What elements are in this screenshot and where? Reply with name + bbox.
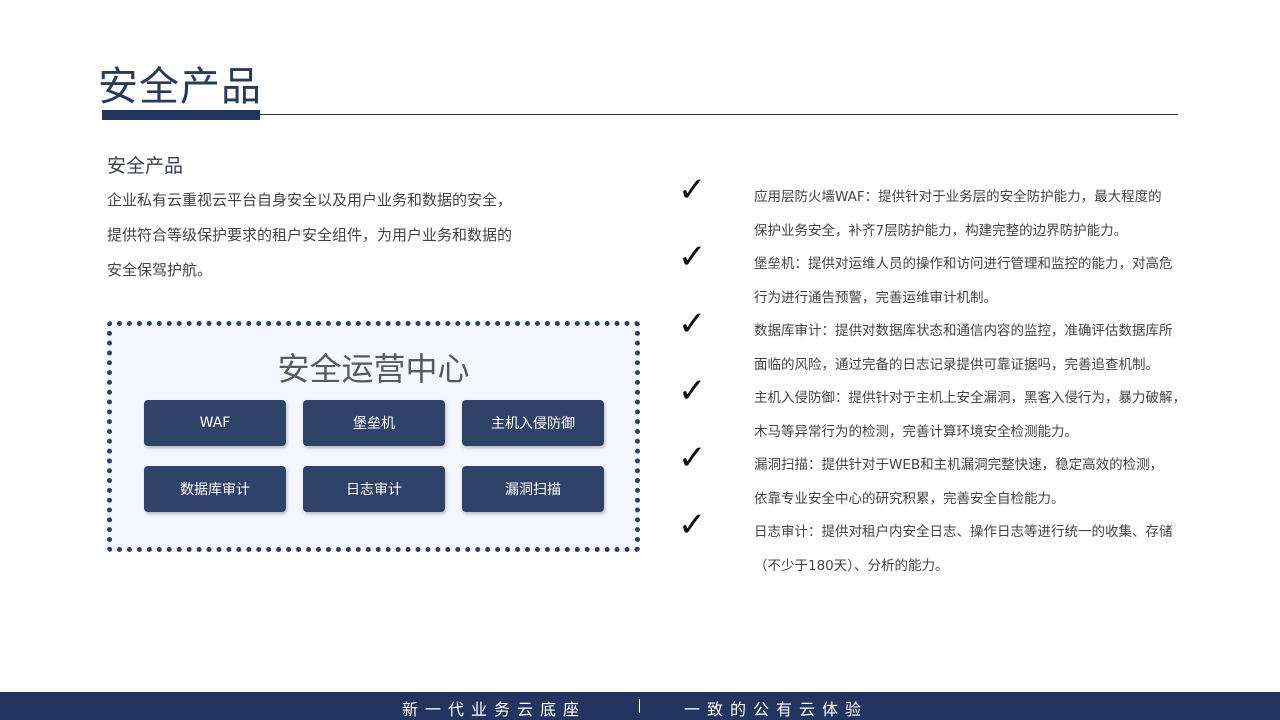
feature-line: 堡垒机：提供对运维人员的操作和访问进行管理和监控的能力，对高危 [754,256,1173,272]
list-item: ✓ 应用层防火墙WAF：提供针对于业务层的安全防护能力，最大程度的 保护业务安全… [676,172,1206,239]
footer-divider [639,699,640,713]
checkmark-icon: ✓ [678,237,707,277]
feature-line: 日志审计：提供对租户内安全日志、操作日志等进行统一的收集、存储 [754,524,1173,540]
feature-line: 数据库审计：提供对数据库状态和通信内容的监控，准确评估数据库所 [754,323,1173,339]
footer-slogan-right: 一致的公有云体验 [684,700,869,719]
intro-heading: 安全产品 [107,155,184,177]
checkmark-icon: ✓ [678,371,707,411]
bastion-host-button[interactable]: 堡垒机 [303,400,445,446]
title-divider [260,114,1178,115]
ops-center-title: 安全运营中心 [277,350,470,388]
checkmark-icon: ✓ [678,304,707,344]
host-intrusion-prevention-button[interactable]: 主机入侵防御 [462,400,604,446]
log-audit-button[interactable]: 日志审计 [303,466,445,512]
intro-paragraph: 企业私有云重视云平台自身安全以及用户业务和数据的安全， 提供符合等级保护要求的租… [107,186,557,291]
intro-line: 提供符合等级保护要求的租户安全组件，为用户业务和数据的 [107,226,513,244]
footer-slogan-left: 新一代业务云底座 [402,700,587,719]
page-title: 安全产品 [98,64,262,110]
checkmark-icon: ✓ [678,438,707,478]
database-audit-button[interactable]: 数据库审计 [144,466,286,512]
footer-bar: 新一代业务云底座 一致的公有云体验 [0,692,1280,720]
feature-line: 应用层防火墙WAF：提供针对于业务层的安全防护能力，最大程度的 [754,189,1162,205]
waf-button[interactable]: WAF [144,400,286,446]
checkmark-icon: ✓ [678,170,707,210]
list-item: ✓ 漏洞扫描：提供针对于WEB和主机漏洞完整快速，稳定高效的检测， 依靠专业安全… [676,440,1206,507]
feature-line: 主机入侵防御：提供针对于主机上安全漏洞，黑客入侵行为，暴力破解， [754,390,1186,406]
security-ops-center-panel: 安全运营中心 WAF 堡垒机 主机入侵防御 数据库审计 日志审计 漏洞扫描 [107,321,640,552]
intro-line: 企业私有云重视云平台自身安全以及用户业务和数据的安全， [107,191,513,209]
list-item: ✓ 数据库审计：提供对数据库状态和通信内容的监控，准确评估数据库所 面临的风险，… [676,306,1206,373]
vulnerability-scan-button[interactable]: 漏洞扫描 [462,466,604,512]
feature-line: 漏洞扫描：提供针对于WEB和主机漏洞完整快速，稳定高效的检测， [754,457,1164,473]
title-accent-bar [102,110,260,120]
checkmark-icon: ✓ [678,505,707,545]
feature-line: （不少于180天）、分析的能力。 [754,558,949,574]
list-item: ✓ 日志审计：提供对租户内安全日志、操作日志等进行统一的收集、存储 （不少于18… [676,507,1206,574]
intro-line: 安全保驾护航。 [107,261,213,279]
list-item: ✓ 堡垒机：提供对运维人员的操作和访问进行管理和监控的能力，对高危 行为进行通告… [676,239,1206,306]
feature-text: 日志审计：提供对租户内安全日志、操作日志等进行统一的收集、存储 （不少于180天… [754,519,1204,587]
list-item: ✓ 主机入侵防御：提供针对于主机上安全漏洞，黑客入侵行为，暴力破解， 木马等异常… [676,373,1206,440]
